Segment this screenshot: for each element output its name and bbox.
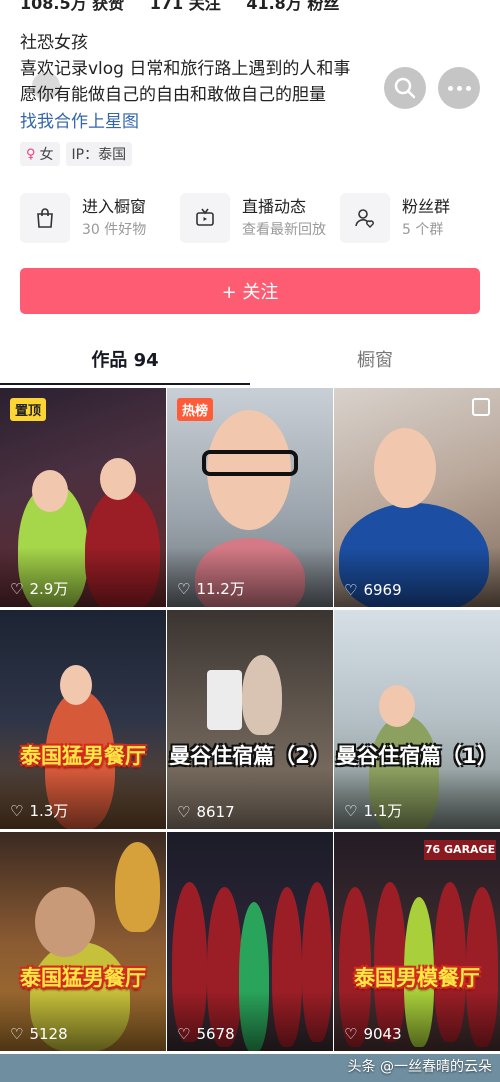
profile-tags: ♀ 女 IP：泰国 xyxy=(20,142,480,166)
heart-icon: ♡ xyxy=(177,579,191,598)
tab-works[interactable]: 作品 94 xyxy=(0,340,250,386)
followers-stat[interactable]: 41.8万 粉丝 xyxy=(246,0,339,13)
ip-label: IP：泰国 xyxy=(71,147,127,163)
video-card[interactable]: 置顶 ♡ 2.9万 xyxy=(0,388,166,607)
like-count-value: 11.2万 xyxy=(196,580,245,598)
garage-sign: 76 GARAGE xyxy=(424,840,496,860)
heart-icon: ♡ xyxy=(10,1025,24,1043)
service-row: 进入橱窗 30 件好物 直播动态 查看最新回放 粉丝群 5 个群 xyxy=(20,190,500,246)
follow-button[interactable]: + 关注 xyxy=(20,268,480,314)
fan-group-entry[interactable]: 粉丝群 5 个群 xyxy=(340,190,500,246)
star-map-link[interactable]: 找我合作上星图 xyxy=(20,108,480,136)
like-count: ♡ 6969 xyxy=(344,581,402,599)
thumbnail-figure xyxy=(242,655,282,735)
thumbnail-face xyxy=(379,685,415,727)
heart-icon: ♡ xyxy=(10,801,24,820)
thumbnail-figure xyxy=(115,842,160,932)
fan-group-title: 粉丝群 xyxy=(402,197,451,216)
heart-icon: ♡ xyxy=(344,1025,358,1043)
heart-icon: ♡ xyxy=(177,1025,191,1043)
heart-icon: ♡ xyxy=(344,581,358,599)
more-icon xyxy=(447,85,471,91)
video-card[interactable]: 曼谷住宿篇（2） ♡ 8617 xyxy=(167,610,333,829)
female-icon: ♀ xyxy=(26,146,36,162)
heart-icon: ♡ xyxy=(177,803,191,821)
live-updates-sub: 查看最新回放 xyxy=(242,222,326,238)
source-watermark: 头条 @一丝春晴的云朵 xyxy=(348,1056,492,1076)
video-card[interactable]: ♡ 5678 xyxy=(167,832,333,1051)
search-icon xyxy=(394,77,416,99)
thumbnail-face xyxy=(60,665,92,705)
like-count: ♡ 1.1万 xyxy=(344,800,402,821)
watermark-text: 头条 @一丝春晴的云朵 xyxy=(347,1059,492,1075)
shop-window-sub: 30 件好物 xyxy=(82,222,147,238)
like-count: ♡ 2.9万 xyxy=(10,578,68,599)
video-card[interactable]: 曼谷住宿篇（1） ♡ 1.1万 xyxy=(334,610,500,829)
shop-window-entry[interactable]: 进入橱窗 30 件好物 xyxy=(20,190,180,246)
like-count-value: 6969 xyxy=(363,581,402,599)
like-count: ♡ 5128 xyxy=(10,1025,68,1043)
like-count: ♡ 11.2万 xyxy=(177,578,245,599)
suitcase-shape xyxy=(207,670,242,730)
video-card[interactable]: 76 GARAGE 泰国男模餐厅 ♡ 9043 xyxy=(334,832,500,1051)
video-card[interactable]: 泰国猛男餐厅 ♡ 5128 xyxy=(0,832,166,1051)
tab-shop-window[interactable]: 橱窗 xyxy=(250,340,500,386)
following-stat[interactable]: 171 关注 xyxy=(150,0,221,13)
shopping-bag-icon xyxy=(20,193,70,243)
like-count-value: 9043 xyxy=(363,1025,402,1043)
likes-stat[interactable]: 108.5万 获赞 xyxy=(20,0,124,13)
like-count-value: 5678 xyxy=(196,1025,235,1043)
like-count-value: 2.9万 xyxy=(29,580,69,598)
thumbnail-face xyxy=(35,887,95,957)
fan-group-icon xyxy=(340,193,390,243)
thumbnail-face xyxy=(100,458,136,500)
gender-tag: ♀ 女 xyxy=(20,142,60,166)
profile-stats: 108.5万 获赞 171 关注 41.8万 粉丝 xyxy=(0,0,500,13)
multi-image-icon xyxy=(472,398,490,416)
like-count-value: 1.3万 xyxy=(29,802,69,820)
tv-icon xyxy=(180,193,230,243)
active-tab-indicator xyxy=(0,383,250,385)
video-card[interactable]: ♡ 6969 xyxy=(334,388,500,607)
search-button[interactable] xyxy=(384,67,426,109)
bio-line-1: 社恐女孩 xyxy=(20,33,88,53)
glasses-shape xyxy=(202,450,298,476)
like-count: ♡ 5678 xyxy=(177,1025,235,1043)
video-caption: 泰国猛男餐厅 xyxy=(20,744,146,768)
thumbnail-face xyxy=(374,428,436,508)
pinned-badge: 置顶 xyxy=(10,398,47,421)
like-count: ♡ 8617 xyxy=(177,803,235,821)
live-updates-title: 直播动态 xyxy=(242,197,307,216)
video-card[interactable]: 泰国猛男餐厅 ♡ 1.3万 xyxy=(0,610,166,829)
video-caption: 曼谷住宿篇（1） xyxy=(336,744,498,768)
like-count: ♡ 9043 xyxy=(344,1025,402,1043)
video-card[interactable]: 热榜 ♡ 11.2万 xyxy=(167,388,333,607)
video-caption: 曼谷住宿篇（2） xyxy=(169,744,331,768)
fan-group-sub: 5 个群 xyxy=(402,222,444,238)
thumbnail-face xyxy=(32,470,68,512)
heart-icon: ♡ xyxy=(344,801,358,820)
trending-badge: 热榜 xyxy=(177,398,214,421)
content-tabs: 作品 94 橱窗 xyxy=(0,340,500,386)
heart-icon: ♡ xyxy=(10,579,24,598)
more-button[interactable] xyxy=(438,67,480,109)
like-count-value: 5128 xyxy=(29,1025,68,1043)
live-updates-entry[interactable]: 直播动态 查看最新回放 xyxy=(180,190,340,246)
video-caption: 泰国猛男餐厅 xyxy=(20,966,146,990)
shop-window-title: 进入橱窗 xyxy=(82,197,147,216)
ip-tag: IP：泰国 xyxy=(65,142,133,166)
like-count-value: 1.1万 xyxy=(363,802,403,820)
like-count: ♡ 1.3万 xyxy=(10,800,68,821)
video-caption: 泰国男模餐厅 xyxy=(354,966,480,990)
like-count-value: 8617 xyxy=(196,803,235,821)
gender-label: 女 xyxy=(39,147,54,163)
